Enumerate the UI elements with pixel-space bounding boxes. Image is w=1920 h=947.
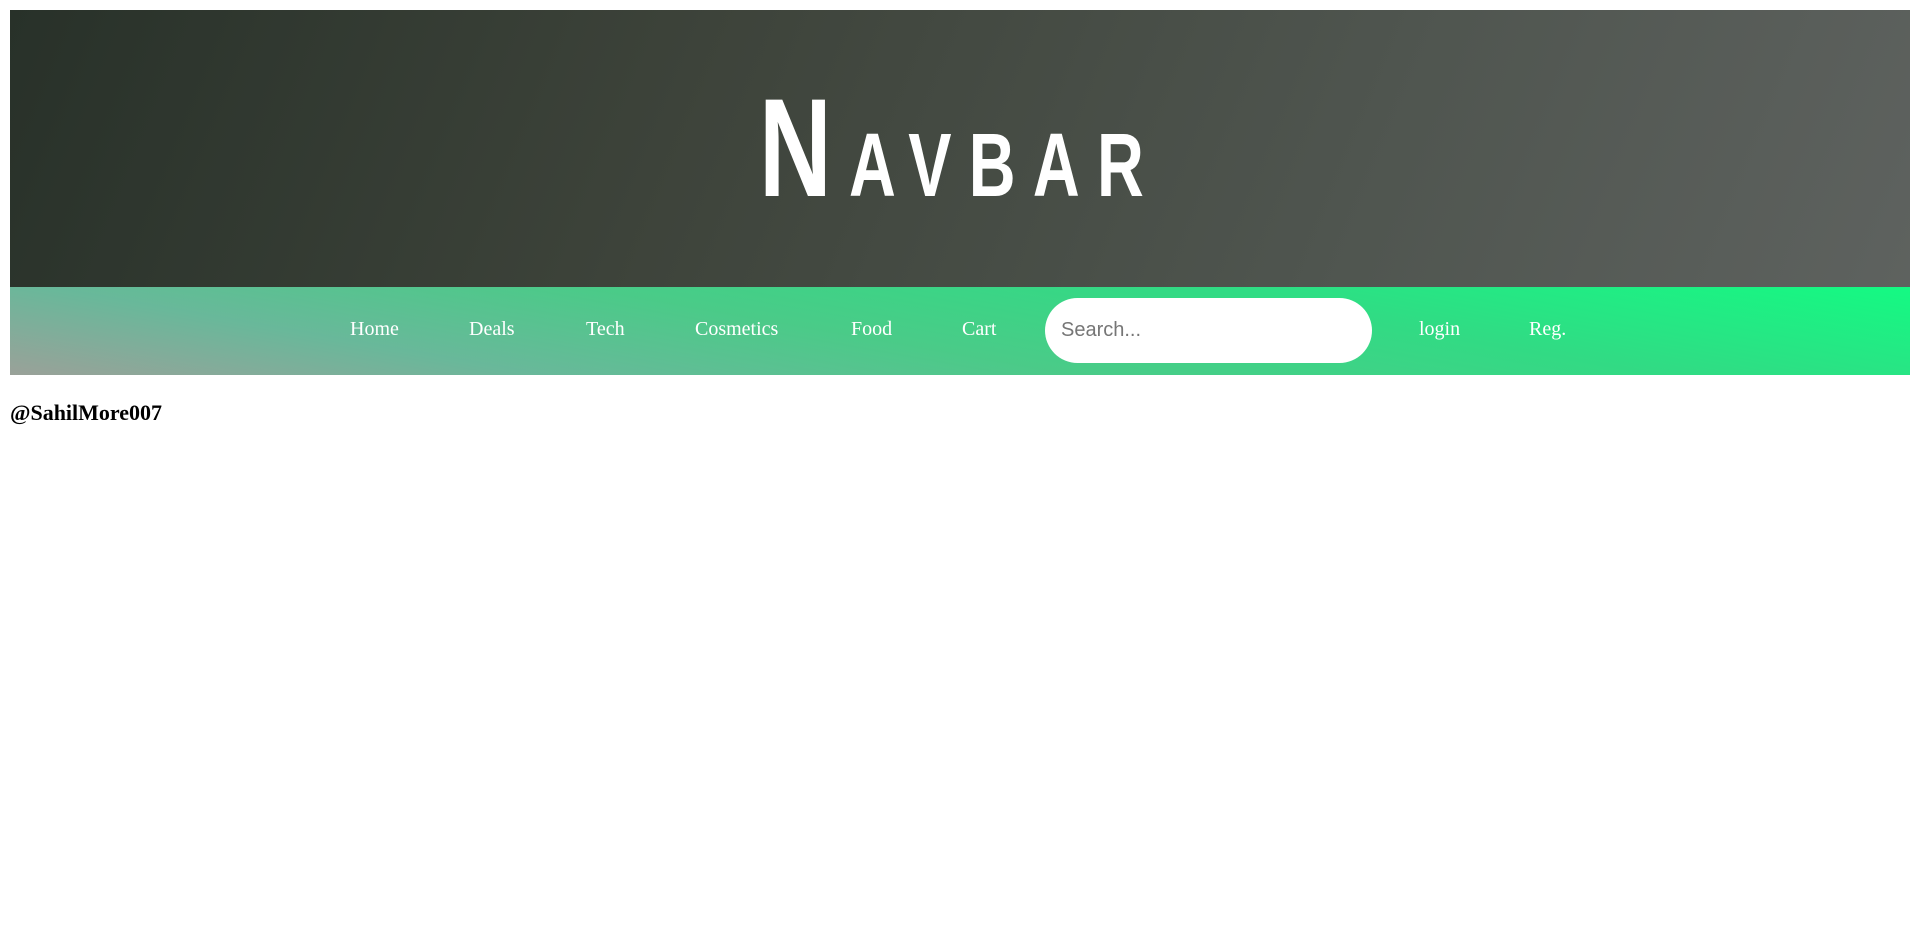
nav-link-tech[interactable]: Tech [586,317,625,341]
nav-link-cart[interactable]: Cart [962,317,996,341]
nav-link-deals[interactable]: Deals [469,317,515,341]
header-banner: NAVBAR [10,10,1910,287]
nav-link-home[interactable]: Home [350,317,399,341]
nav-link-food[interactable]: Food [851,317,892,341]
author-credit: @SahilMore007 [10,400,163,425]
register-link[interactable]: Reg. [1529,317,1566,341]
navbar-inner: Home Deals Tech Cosmetics Food Cart logi… [10,287,1910,375]
login-link[interactable]: login [1419,317,1460,341]
brand-rest: AVBAR [849,116,1162,216]
search-input[interactable] [1045,298,1372,363]
page: NAVBAR Home Deals Tech Cosmetics Food Ca… [0,0,1920,947]
navbar: Home Deals Tech Cosmetics Food Cart logi… [10,287,1910,375]
nav-link-cosmetics[interactable]: Cosmetics [695,317,778,341]
brand-title: NAVBAR [276,78,1644,222]
brand-first-letter: N [758,69,850,226]
